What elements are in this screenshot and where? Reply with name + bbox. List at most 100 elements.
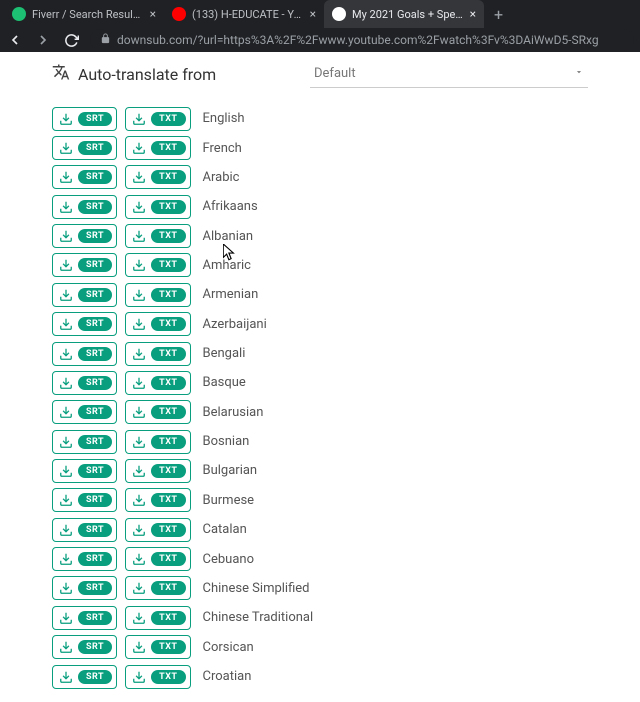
language-name: Basque	[203, 375, 246, 390]
download-icon	[132, 317, 146, 331]
download-txt-button[interactable]: TXT	[125, 430, 190, 454]
download-txt-button[interactable]: TXT	[125, 459, 190, 483]
download-srt-button[interactable]: SRT	[52, 195, 117, 219]
language-name: Albanian	[203, 229, 254, 244]
format-pill: SRT	[78, 640, 112, 654]
download-srt-button[interactable]: SRT	[52, 518, 117, 542]
language-row: SRTTXTChinese Simplified	[52, 574, 588, 603]
download-icon	[132, 670, 146, 684]
download-txt-button[interactable]: TXT	[125, 488, 190, 512]
download-icon	[132, 347, 146, 361]
language-name: Corsican	[203, 640, 254, 655]
download-srt-button[interactable]: SRT	[52, 342, 117, 366]
download-icon	[132, 288, 146, 302]
download-srt-button[interactable]: SRT	[52, 635, 117, 659]
download-srt-button[interactable]: SRT	[52, 165, 117, 189]
download-srt-button[interactable]: SRT	[52, 312, 117, 336]
format-pill: TXT	[151, 376, 185, 390]
download-txt-button[interactable]: TXT	[125, 107, 190, 131]
back-button[interactable]	[6, 31, 24, 49]
format-pill: TXT	[151, 170, 185, 184]
download-txt-button[interactable]: TXT	[125, 195, 190, 219]
download-srt-button[interactable]: SRT	[52, 371, 117, 395]
download-txt-button[interactable]: TXT	[125, 635, 190, 659]
download-icon	[59, 552, 73, 566]
language-row: SRT TXT Afrikaans	[52, 192, 588, 221]
browser-tab[interactable]: Fiverr / Search Results for 'youtu×	[4, 0, 164, 28]
tab-favicon	[12, 7, 26, 21]
download-srt-button[interactable]: SRT	[52, 253, 117, 277]
heading-text: Auto-translate from	[78, 65, 216, 84]
download-txt-button[interactable]: TXT	[125, 342, 190, 366]
download-srt-button[interactable]: SRT	[52, 665, 117, 689]
new-tab-button[interactable]: +	[484, 5, 513, 24]
download-icon	[132, 405, 146, 419]
language-name: Croatian	[203, 669, 252, 684]
download-txt-button[interactable]: TXT	[125, 283, 190, 307]
download-txt-button[interactable]: TXT	[125, 576, 190, 600]
format-pill: SRT	[78, 376, 112, 390]
download-icon	[59, 493, 73, 507]
download-txt-button[interactable]: TXT	[125, 400, 190, 424]
download-srt-button[interactable]: SRT	[52, 576, 117, 600]
format-pill: SRT	[78, 435, 112, 449]
download-srt-button[interactable]: SRT	[52, 224, 117, 248]
language-name: Afrikaans	[203, 199, 258, 214]
format-pill: TXT	[151, 435, 185, 449]
close-icon[interactable]: ×	[310, 8, 316, 20]
download-srt-button[interactable]: SRT	[52, 459, 117, 483]
download-srt-button[interactable]: SRT	[52, 547, 117, 571]
download-txt-button[interactable]: TXT	[125, 371, 190, 395]
format-pill: TXT	[151, 317, 185, 331]
download-icon	[59, 640, 73, 654]
forward-button	[34, 31, 52, 49]
url-bar[interactable]: downsub.com/?url=https%3A%2F%2Fwww.youtu…	[90, 29, 634, 51]
download-srt-button[interactable]: SRT	[52, 283, 117, 307]
download-icon	[132, 464, 146, 478]
download-srt-button[interactable]: SRT	[52, 400, 117, 424]
download-txt-button[interactable]: TXT	[125, 547, 190, 571]
url-text: downsub.com/?url=https%3A%2F%2Fwww.youtu…	[117, 33, 599, 47]
download-icon	[132, 435, 146, 449]
format-pill: SRT	[78, 405, 112, 419]
language-select[interactable]: Default	[310, 60, 588, 88]
download-srt-button[interactable]: SRT	[52, 107, 117, 131]
download-txt-button[interactable]: TXT	[125, 136, 190, 160]
language-name: French	[203, 141, 242, 156]
language-name: Azerbaijani	[203, 317, 267, 332]
download-txt-button[interactable]: TXT	[125, 224, 190, 248]
download-srt-button[interactable]: SRT	[52, 136, 117, 160]
reload-button[interactable]	[62, 31, 80, 49]
browser-tab[interactable]: My 2021 Goals + Special Surpris×	[324, 0, 484, 28]
download-txt-button[interactable]: TXT	[125, 253, 190, 277]
download-icon	[59, 670, 73, 684]
format-pill: TXT	[151, 405, 185, 419]
format-pill: TXT	[151, 229, 185, 243]
download-srt-button[interactable]: SRT	[52, 430, 117, 454]
download-srt-button[interactable]: SRT	[52, 488, 117, 512]
language-name: Catalan	[203, 522, 247, 537]
download-txt-button[interactable]: TXT	[125, 312, 190, 336]
download-txt-button[interactable]: TXT	[125, 518, 190, 542]
format-pill: SRT	[78, 552, 112, 566]
format-pill: TXT	[151, 670, 185, 684]
download-icon	[132, 611, 146, 625]
download-icon	[59, 229, 73, 243]
browser-tab[interactable]: (133) H-EDUCATE - YouTube×	[164, 0, 324, 28]
download-txt-button[interactable]: TXT	[125, 165, 190, 189]
tab-favicon	[332, 7, 346, 21]
close-icon[interactable]: ×	[470, 8, 476, 20]
download-srt-button[interactable]: SRT	[52, 606, 117, 630]
format-pill: SRT	[78, 288, 112, 302]
language-row: SRTTXTBelarusian	[52, 398, 588, 427]
language-name: Chinese Traditional	[203, 610, 314, 625]
download-txt-button[interactable]: TXT	[125, 606, 190, 630]
language-row: SRTTXTArabic	[52, 163, 588, 192]
download-icon	[59, 112, 73, 126]
download-icon	[132, 552, 146, 566]
download-txt-button[interactable]: TXT	[125, 665, 190, 689]
download-icon	[59, 581, 73, 595]
close-icon[interactable]: ×	[150, 8, 156, 20]
format-pill: SRT	[78, 523, 112, 537]
download-icon	[59, 611, 73, 625]
